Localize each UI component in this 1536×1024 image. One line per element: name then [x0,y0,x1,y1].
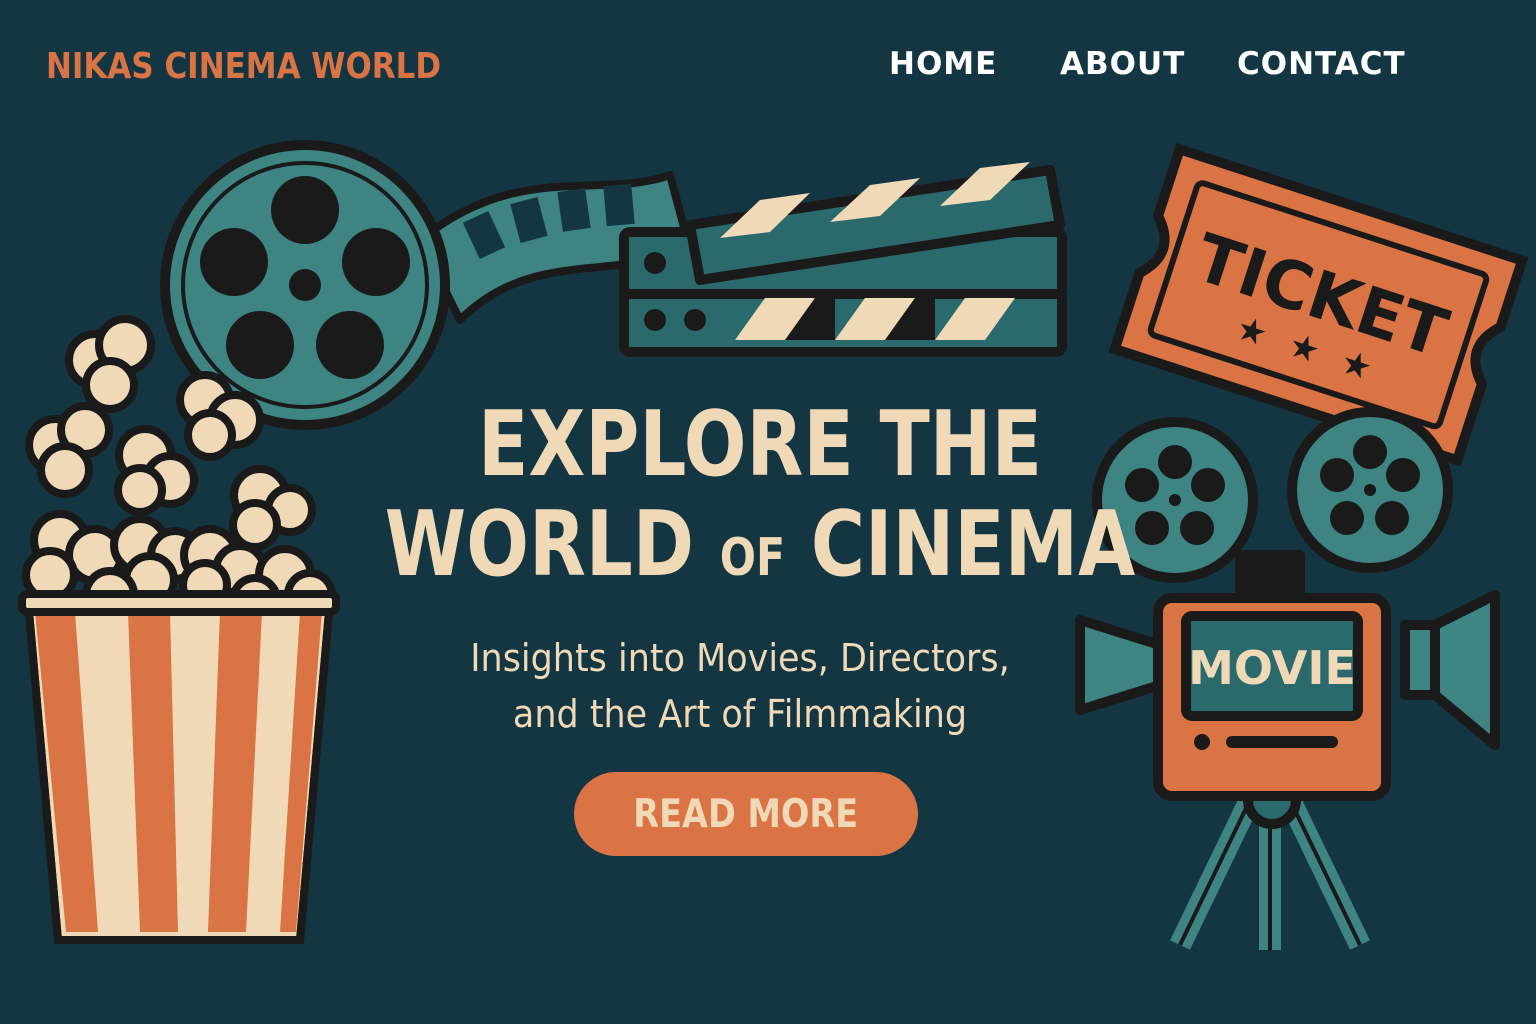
nav-home-link[interactable]: HOME [889,46,997,82]
clapperboard-icon [619,162,1067,357]
read-more-label: READ MORE [633,791,859,837]
ticket-icon: TICKET ★ ★ ★ [1108,142,1529,467]
main-nav: HOME ABOUT CONTACT [0,46,1536,90]
hero-subtitle-line1: Insights into Movies, Directors, [470,636,1010,680]
hero-title-world: WORLD [384,492,695,597]
hero-title-cinema: CINEMA [810,492,1136,597]
read-more-button[interactable]: READ MORE [574,772,918,856]
hero-subtitle: Insights into Movies, Directors, and the… [390,630,1089,742]
nav-about-link[interactable]: ABOUT [1060,46,1185,82]
movie-camera-icon: MOVIE [1075,407,1500,950]
hero-title-line1: EXPLORE THE [477,392,1042,497]
hero-title-of: OF [719,528,786,588]
hero-subtitle-line2: and the Art of Filmmaking [512,692,968,736]
hero-title: EXPLORE THE WORLD OF CINEMA [383,395,1137,608]
nav-contact-link[interactable]: CONTACT [1237,46,1406,82]
camera-screen-text: MOVIE [1188,641,1356,695]
